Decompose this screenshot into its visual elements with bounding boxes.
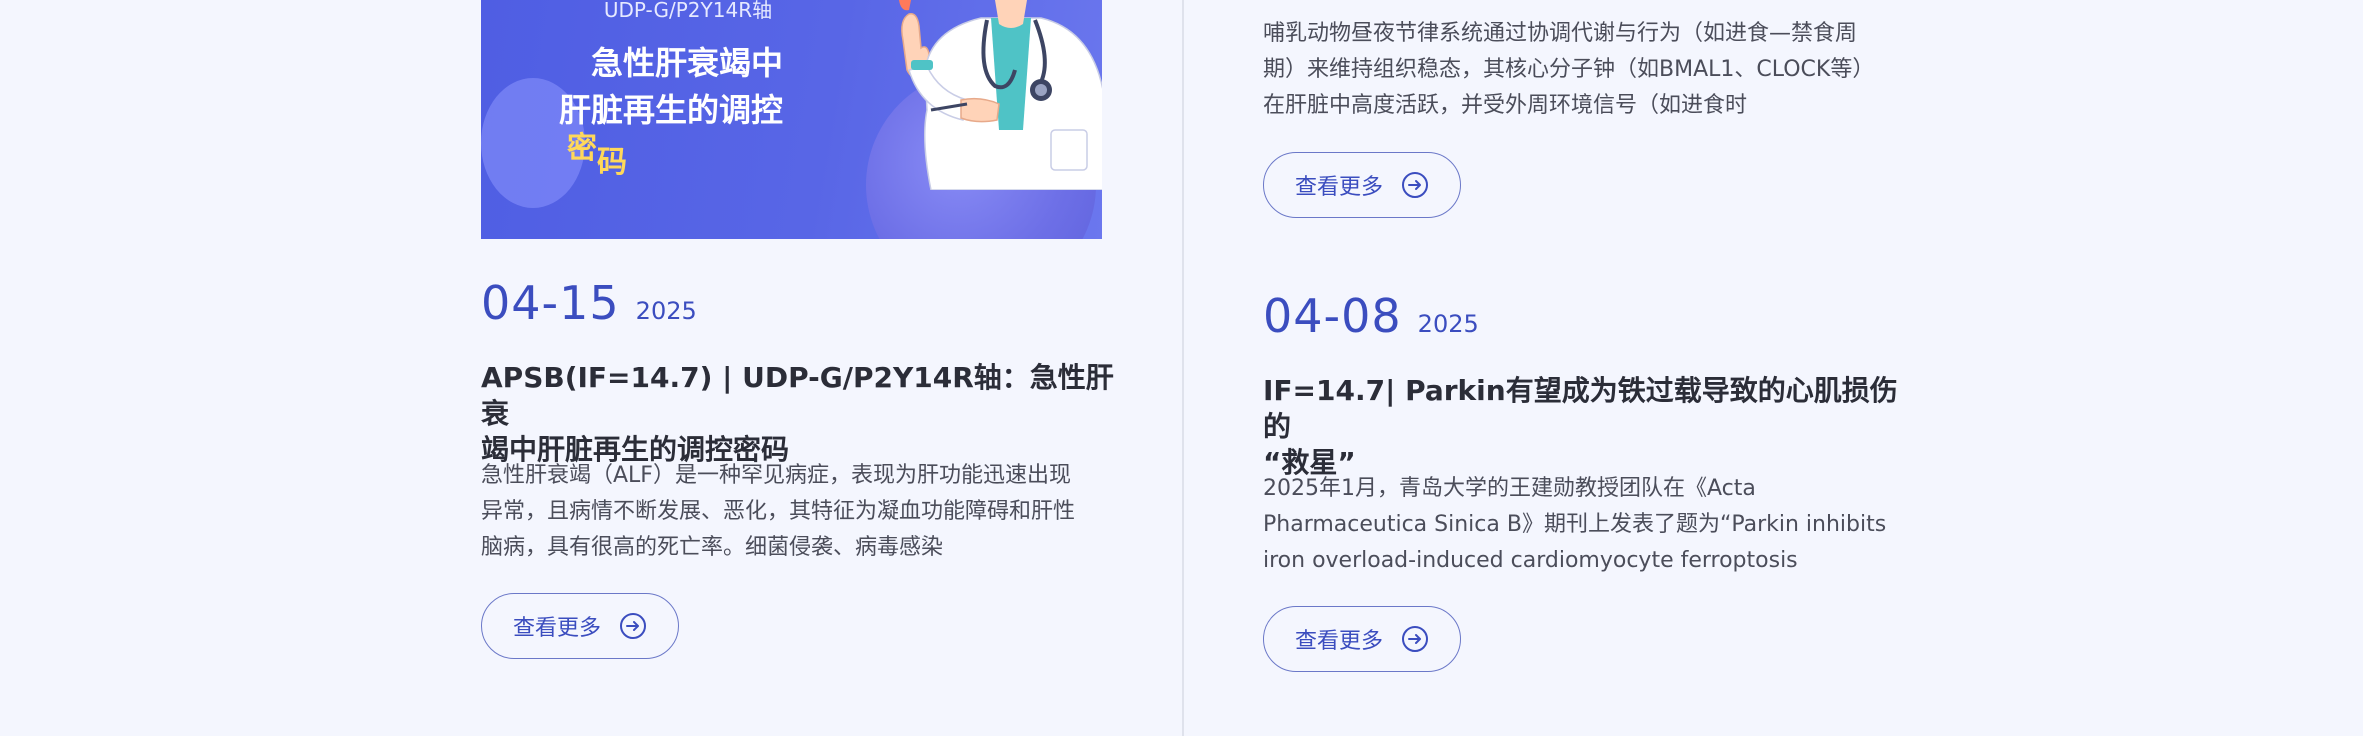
- excerpt-line: 哺乳动物昼夜节律系统通过协调代谢与行为（如进食—禁食周: [1263, 21, 1858, 46]
- article-excerpt: 哺乳动物昼夜节律系统通过协调代谢与行为（如进食—禁食周 期）来维持组织稳态，其核…: [1263, 16, 1903, 124]
- column-divider: [1182, 0, 1184, 736]
- banner-title-line2: 肝脏再生的调控密码: [559, 85, 799, 180]
- article-title-line: APSB(IF=14.7) | UDP-G/P2Y14R轴：急性肝衰: [481, 361, 1114, 430]
- banner-accent-1: 密: [567, 131, 597, 166]
- excerpt-line: 脑病，具有很高的死亡率。细菌侵袭、病毒感染: [481, 535, 944, 560]
- excerpt-line: iron overload-induced cardiomyocyte ferr…: [1263, 548, 1798, 573]
- banner-title-line2-text: 肝脏再生的调控: [559, 91, 784, 129]
- read-more-label: 查看更多: [1294, 629, 1383, 654]
- excerpt-line: 期）来维持组织稳态，其核心分子钟（如BMAL1、CLOCK等）: [1263, 57, 1875, 82]
- arrow-right-circle-icon: [620, 613, 646, 639]
- article-excerpt: 2025年1月，青岛大学的王建勋教授团队在《Acta Pharmaceutica…: [1263, 471, 1923, 579]
- excerpt-line: 急性肝衰竭（ALF）是一种罕见病症，表现为肝功能迅速出现: [481, 463, 1071, 488]
- article-banner-image[interactable]: UDP-G/P2Y14R轴 急性肝衰竭中 肝脏再生的调控密码: [481, 0, 1102, 239]
- read-more-button[interactable]: 查看更多: [1263, 606, 1461, 672]
- arrow-right-circle-icon: [1402, 626, 1428, 652]
- read-more-button[interactable]: 查看更多: [1263, 152, 1461, 218]
- article-excerpt: 急性肝衰竭（ALF）是一种罕见病症，表现为肝功能迅速出现 异常，且病情不断发展、…: [481, 458, 1121, 566]
- article-date: 04-08 2025: [1263, 289, 1479, 343]
- article-title[interactable]: APSB(IF=14.7) | UDP-G/P2Y14R轴：急性肝衰 竭中肝脏再…: [481, 360, 1121, 468]
- banner-subtitle: UDP-G/P2Y14R轴: [603, 0, 773, 22]
- excerpt-line: 2025年1月，青岛大学的王建勋教授团队在《Acta: [1263, 476, 1756, 501]
- banner-title-line1: 急性肝衰竭中: [590, 44, 783, 82]
- article-date-day: 04-15: [481, 276, 620, 330]
- excerpt-line: 在肝脏中高度活跃，并受外周环境信号（如进食时: [1263, 93, 1748, 118]
- excerpt-line: 异常，且病情不断发展、恶化，其特征为凝血功能障碍和肝性: [481, 499, 1076, 524]
- read-more-label: 查看更多: [512, 616, 601, 641]
- read-more-button[interactable]: 查看更多: [481, 593, 679, 659]
- arrow-right-circle-icon: [1402, 172, 1428, 198]
- excerpt-line: Pharmaceutica Sinica B》期刊上发表了题为“Parkin i…: [1263, 512, 1887, 537]
- read-more-label: 查看更多: [1294, 175, 1383, 200]
- article-date-year: 2025: [635, 297, 697, 325]
- banner-accent-2: 码: [597, 145, 627, 180]
- article-title-line: IF=14.7| Parkin有望成为铁过载导致的心肌损伤的: [1263, 374, 1898, 443]
- article-title[interactable]: IF=14.7| Parkin有望成为铁过载导致的心肌损伤的 “救星”: [1263, 373, 1923, 481]
- article-date-year: 2025: [1417, 310, 1479, 338]
- article-date-day: 04-08: [1263, 289, 1402, 343]
- doctor-illustration: [899, 0, 1102, 190]
- article-date: 04-15 2025: [481, 276, 697, 330]
